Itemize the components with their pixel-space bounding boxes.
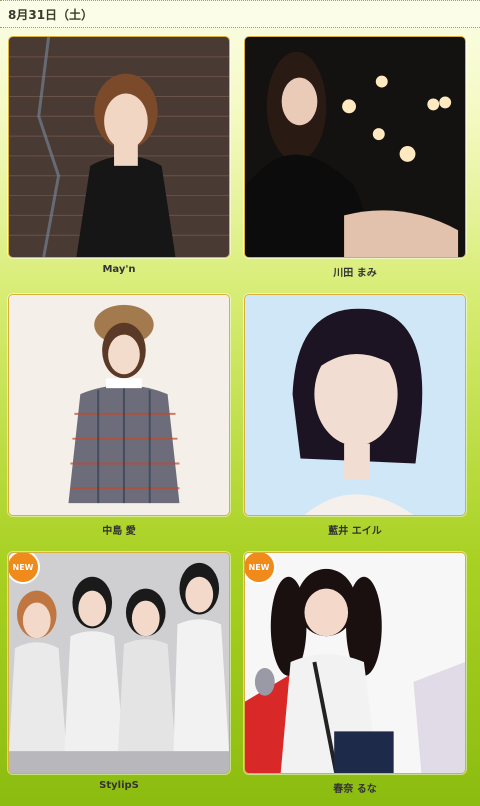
artist-card-aoi-eir[interactable] — [244, 294, 466, 516]
artist-card-nakajima-megumi[interactable] — [8, 294, 230, 516]
artist-photo — [245, 295, 465, 515]
artist-photo — [245, 553, 465, 773]
artist-photo — [9, 295, 229, 515]
artist-photo — [9, 37, 229, 257]
artist-name: May'n — [102, 264, 136, 275]
artist-card-haruna-luna[interactable]: NEW — [244, 552, 466, 774]
artist-photo — [9, 553, 229, 773]
artist-name: 藍井 エイル — [328, 526, 382, 537]
artist-card-mayn[interactable] — [8, 36, 230, 258]
date-header: 8月31日（土） — [0, 0, 480, 28]
artist-name: 中島 愛 — [102, 526, 136, 537]
artist-card-stylips[interactable]: NEW — [8, 552, 230, 774]
artist-name: 春奈 るな — [333, 784, 377, 795]
date-label: 8月31日（土） — [8, 8, 94, 22]
artist-name: 川田 まみ — [333, 268, 377, 279]
artist-name: StylipS — [99, 780, 139, 791]
artist-photo — [245, 37, 465, 257]
artist-card-kawada-mami[interactable] — [244, 36, 466, 258]
